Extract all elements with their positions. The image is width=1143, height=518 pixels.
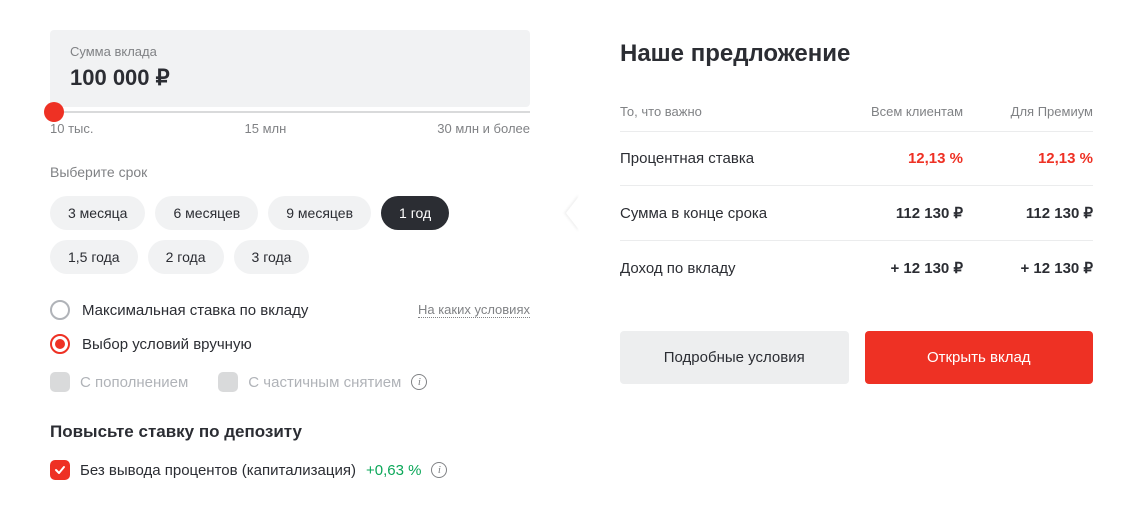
term-chips: 3 месяца 6 месяцев 9 месяцев 1 год 1,5 года 2… bbox=[50, 196, 530, 274]
term-chip[interactable]: 6 месяцев bbox=[155, 196, 258, 230]
info-icon[interactable]: i bbox=[431, 462, 447, 478]
slider-mid-label: 15 млн bbox=[245, 121, 287, 136]
row-value-all: 112 130 ₽ bbox=[833, 204, 963, 222]
radio-max-rate[interactable]: Максимальная ставка по вкладу bbox=[50, 300, 308, 320]
info-icon[interactable]: i bbox=[411, 374, 427, 390]
boost-title: Повысьте ставку по депозиту bbox=[50, 422, 530, 442]
term-chip[interactable]: 2 года bbox=[148, 240, 224, 274]
row-value-premium: 112 130 ₽ bbox=[963, 204, 1093, 222]
table-row: Процентная ставка12,13 %12,13 % bbox=[620, 131, 1093, 185]
row-value-all: + 12 130 ₽ bbox=[833, 259, 963, 277]
checkbox-capitalization[interactable] bbox=[50, 460, 70, 480]
table-row: Доход по вкладу+ 12 130 ₽+ 12 130 ₽ bbox=[620, 240, 1093, 295]
table-header: То, что важно Всем клиентам Для Премиум bbox=[620, 104, 1093, 131]
details-button[interactable]: Подробные условия bbox=[620, 331, 849, 384]
conditions-link[interactable]: На каких условиях bbox=[418, 302, 530, 318]
header-premium: Для Премиум bbox=[963, 104, 1093, 119]
radio-manual-label: Выбор условий вручную bbox=[82, 336, 252, 353]
radio-circle-icon bbox=[50, 300, 70, 320]
term-chip[interactable]: 1 год bbox=[381, 196, 449, 230]
amount-slider[interactable] bbox=[50, 111, 530, 113]
table-row: Сумма в конце срока112 130 ₽112 130 ₽ bbox=[620, 185, 1093, 240]
checkbox-partial-label: С частичным снятием bbox=[248, 374, 401, 391]
row-value-all: 12,13 % bbox=[833, 150, 963, 167]
header-note: То, что важно bbox=[620, 104, 833, 119]
checkbox-capitalization-label: Без вывода процентов (капитализация) bbox=[80, 462, 356, 479]
radio-circle-selected-icon bbox=[50, 334, 70, 354]
row-label: Процентная ставка bbox=[620, 150, 833, 167]
offer-title: Наше предложение bbox=[620, 40, 1093, 68]
boost-percent: +0,63 % bbox=[366, 462, 421, 479]
slider-max-label: 30 млн и более bbox=[437, 121, 530, 136]
row-value-premium: 12,13 % bbox=[963, 150, 1093, 167]
amount-value: 100 000 ₽ bbox=[70, 65, 510, 91]
term-chip[interactable]: 3 года bbox=[234, 240, 310, 274]
row-label: Доход по вкладу bbox=[620, 260, 833, 277]
slider-thumb[interactable] bbox=[44, 102, 64, 122]
amount-label: Сумма вклада bbox=[70, 44, 510, 59]
radio-max-label: Максимальная ставка по вкладу bbox=[82, 302, 308, 319]
row-label: Сумма в конце срока bbox=[620, 205, 833, 222]
term-chip[interactable]: 1,5 года bbox=[50, 240, 138, 274]
header-all: Всем клиентам bbox=[833, 104, 963, 119]
slider-min-label: 10 тыс. bbox=[50, 121, 93, 136]
row-value-premium: + 12 130 ₽ bbox=[963, 259, 1093, 277]
checkbox-box-icon bbox=[50, 372, 70, 392]
checkbox-box-icon bbox=[218, 372, 238, 392]
radio-manual[interactable]: Выбор условий вручную bbox=[50, 334, 252, 354]
amount-box[interactable]: Сумма вклада 100 000 ₽ bbox=[50, 30, 530, 107]
arrow-notch-icon bbox=[566, 195, 580, 231]
checkbox-topup-label: С пополнением bbox=[80, 374, 188, 391]
checkbox-topup[interactable]: С пополнением bbox=[50, 372, 188, 392]
checkbox-partial[interactable]: С частичным снятием i bbox=[218, 372, 427, 392]
term-chip[interactable]: 9 месяцев bbox=[268, 196, 371, 230]
term-chip[interactable]: 3 месяца bbox=[50, 196, 145, 230]
open-deposit-button[interactable]: Открыть вклад bbox=[865, 331, 1094, 384]
term-label: Выберите срок bbox=[50, 164, 530, 180]
